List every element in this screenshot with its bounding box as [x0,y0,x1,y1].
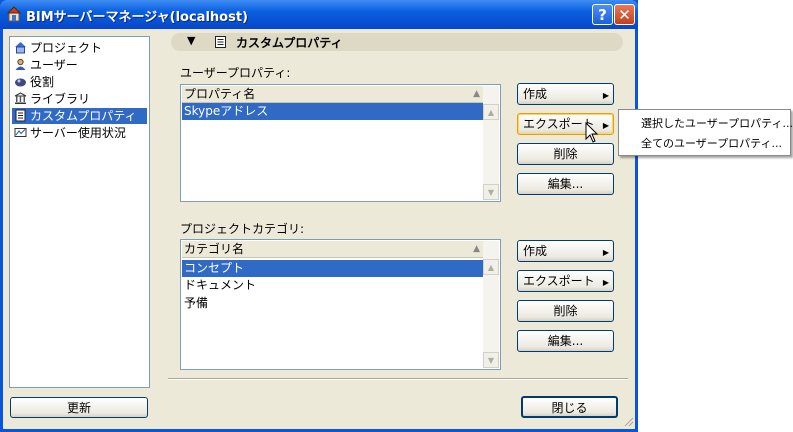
list-item[interactable]: ドキュメント [182,277,483,294]
collapse-arrow-icon[interactable]: ▼ [187,34,195,47]
create-user-property-button[interactable]: 作成 ▶ [517,83,614,105]
window-title: BIMサーバーマネージャ(localhost) [26,10,248,25]
role-icon [15,78,26,87]
export-popup-menu: 選択したユーザープロパティ... 全てのユーザープロパティ... [618,109,793,156]
menu-item-export-selected[interactable]: 選択したユーザープロパティ... [641,115,793,131]
delete-user-property-button[interactable]: 削除 [517,143,614,165]
edit-category-button[interactable]: 編集... [517,330,614,352]
scrollbar[interactable]: ▲ ▼ [483,86,499,200]
export-user-property-button[interactable]: エクスポート ▶ [517,113,614,135]
sidebar-item-library[interactable]: ライブラリ [12,91,147,107]
sidebar-item-project[interactable]: プロジェクト [12,40,147,56]
scroll-up-icon[interactable]: ▲ [483,104,499,120]
close-window-button[interactable]: ✕ [614,4,635,25]
user-properties-label: ユーザープロパティ: [180,66,291,80]
title-bar[interactable]: BIMサーバーマネージャ(localhost) ? ✕ [0,0,638,29]
scroll-down-icon[interactable]: ▼ [483,352,499,368]
export-category-button[interactable]: エクスポート ▶ [517,270,614,292]
sort-arrow-icon: ▲ [473,89,480,99]
edit-user-property-button[interactable]: 編集... [517,173,614,195]
dialog-body: プロジェクト ユーザー 役割 ライブラリ カスタムプロパティ サーバー使用状況 … [3,29,635,429]
scroll-up-icon[interactable]: ▲ [483,259,499,275]
submenu-arrow-icon: ▶ [602,91,609,100]
server-usage-icon [14,128,27,137]
app-window: BIMサーバーマネージャ(localhost) ? ✕ プロジェクト ユーザー … [0,0,638,432]
delete-category-button[interactable]: 削除 [517,300,614,322]
create-category-button[interactable]: 作成 ▶ [517,240,614,262]
user-properties-list[interactable]: プロパティ名 ▲ Skypeアドレス ▲ ▼ [180,84,501,202]
menu-item-export-all[interactable]: 全てのユーザープロパティ... [641,135,782,151]
library-icon [14,92,27,104]
list-item[interactable]: コンセプト [182,260,483,277]
scrollbar[interactable]: ▲ ▼ [483,241,499,368]
resize-grip-icon[interactable] [622,415,634,427]
list-item[interactable]: 予備 [182,295,483,312]
sidebar-item-label: 役割 [30,75,55,89]
custom-property-icon [15,109,26,122]
list-item[interactable]: Skypeアドレス [182,103,483,120]
sidebar-item-label: ライブラリ [30,92,91,106]
sidebar-item-custom-property[interactable]: カスタムプロパティ [12,108,147,124]
sidebar-item-user[interactable]: ユーザー [12,57,147,73]
column-header[interactable]: プロパティ名 ▲ [182,86,483,103]
sidebar-list: プロジェクト ユーザー 役割 ライブラリ カスタムプロパティ サーバー使用状況 [9,36,150,388]
sidebar-item-role[interactable]: 役割 [12,74,147,90]
mouse-cursor-icon [585,122,599,143]
section-header: ▼ カスタムプロパティ [171,33,623,51]
sidebar-item-label: サーバー使用状況 [30,126,126,140]
sidebar-item-label: プロジェクト [30,41,103,55]
section-title: カスタムプロパティ [236,36,343,50]
sort-arrow-icon: ▲ [473,244,480,254]
user-icon [15,58,26,70]
close-dialog-button[interactable]: 閉じる [521,396,618,418]
project-icon [15,42,26,54]
help-button[interactable]: ? [592,4,613,25]
column-header[interactable]: カテゴリ名 ▲ [182,241,483,258]
app-icon [6,6,22,22]
sidebar-item-label: ユーザー [30,58,78,72]
submenu-arrow-icon: ▶ [602,278,609,287]
refresh-button[interactable]: 更新 [10,397,148,418]
sidebar-item-server-usage[interactable]: サーバー使用状況 [12,125,147,141]
project-categories-list[interactable]: カテゴリ名 ▲ コンセプト ドキュメント 予備 ▲ ▼ [180,239,501,370]
submenu-arrow-icon: ▶ [602,248,609,257]
sidebar-item-label: カスタムプロパティ [30,109,137,123]
divider [168,378,628,380]
project-categories-label: プロジェクトカテゴリ: [180,222,305,236]
scroll-down-icon[interactable]: ▼ [483,184,499,200]
submenu-arrow-icon: ▶ [602,121,609,130]
custom-property-icon [215,36,226,48]
